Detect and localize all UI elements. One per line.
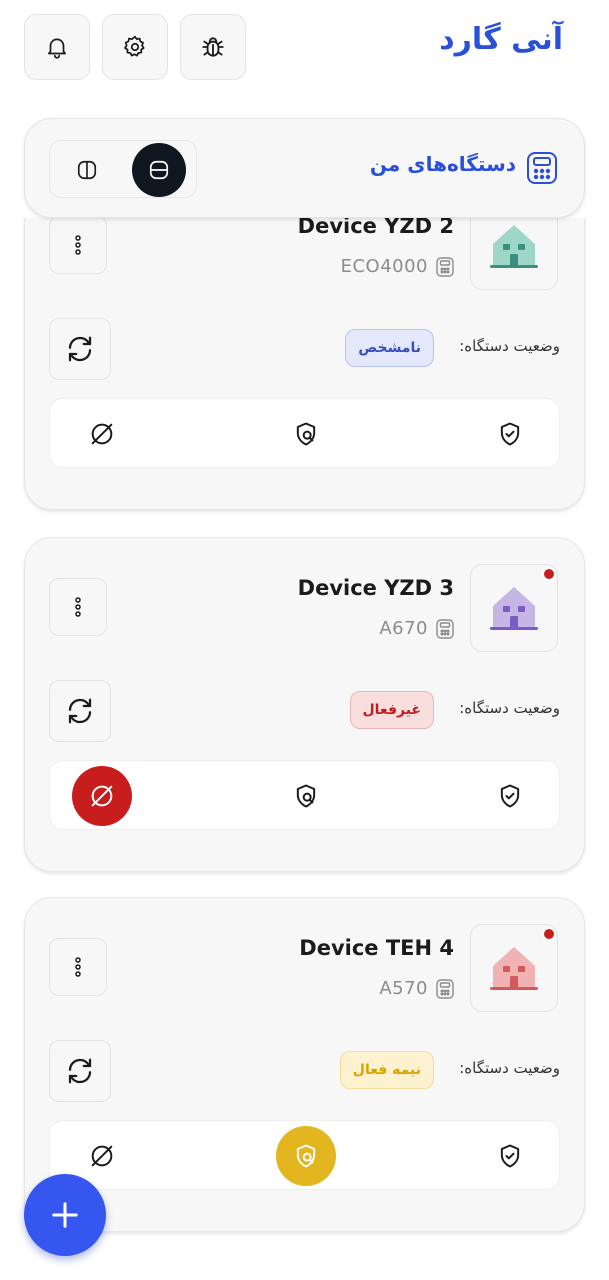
refresh-icon [68, 698, 92, 724]
top-bar: آنی گارد [24, 14, 563, 82]
sync-button[interactable] [49, 1040, 111, 1102]
house-icon [490, 587, 538, 630]
refresh-icon [68, 1058, 92, 1084]
status-badge: نامشخص [345, 329, 434, 367]
arm-button[interactable] [480, 761, 540, 831]
device-card: Device YZD 3 A670 وضعیت دستگاه: غیرفعال [24, 537, 585, 872]
bell-icon [48, 38, 66, 59]
disarm-icon [91, 423, 113, 445]
device-card: Device TEH 4 A570 وضعیت دستگاه: نیمه فعا… [24, 897, 585, 1232]
sync-button[interactable] [49, 318, 111, 380]
partial-arm-button[interactable] [276, 761, 336, 831]
partial-arm-button[interactable] [276, 1121, 336, 1191]
device-model-text: ECO4000 [340, 256, 428, 277]
house-icon [490, 947, 538, 990]
shield-check-icon [500, 1144, 520, 1168]
more-vertical-icon [75, 957, 81, 977]
add-device-button[interactable] [24, 1174, 106, 1256]
bug-icon [202, 37, 224, 57]
arm-button[interactable] [480, 1121, 540, 1191]
device-model-text: A670 [379, 618, 428, 639]
refresh-icon [68, 336, 92, 362]
more-vertical-icon [75, 235, 81, 255]
app-logo: آنی گارد [439, 22, 563, 57]
sync-button[interactable] [49, 680, 111, 742]
app-screen: آنی گارد دستگاه‌های من [0, 0, 609, 1280]
status-badge: نیمه فعال [339, 1051, 434, 1089]
plus-icon [52, 1202, 78, 1228]
status-label: وضعیت دستگاه: [459, 1059, 560, 1077]
columns-view-icon [77, 160, 97, 180]
disarm-icon [91, 1145, 113, 1167]
alert-dot [542, 567, 556, 581]
device-thumbnail [470, 218, 558, 290]
section-title: دستگاه‌های من [369, 152, 516, 176]
shield-check-icon [500, 422, 520, 446]
alert-dot [542, 927, 556, 941]
my-devices-header: دستگاه‌های من [24, 118, 585, 218]
shield-check-icon [500, 784, 520, 808]
more-options-button[interactable] [49, 218, 107, 274]
device-name: Device YZD 2 [297, 218, 454, 238]
debug-button[interactable] [180, 14, 246, 80]
shield-search-icon [296, 422, 316, 446]
device-actions [49, 1120, 560, 1190]
shield-search-icon [296, 784, 316, 808]
device-name: Device TEH 4 [299, 936, 454, 960]
disarm-button[interactable] [72, 399, 132, 469]
more-options-button[interactable] [49, 578, 107, 636]
view-toggle-columns[interactable] [60, 143, 114, 197]
more-options-button[interactable] [49, 938, 107, 996]
shield-search-icon [296, 1144, 316, 1168]
status-label: وضعیت دستگاه: [459, 699, 560, 717]
disarm-button[interactable] [72, 761, 132, 831]
device-model: A570 [379, 978, 454, 999]
device-actions [49, 760, 560, 830]
device-card: Device YZD 2 ECO4000 وضعیت دستگاه: نامشخ… [24, 218, 585, 510]
device-name: Device YZD 3 [297, 576, 454, 600]
house-icon [490, 225, 538, 268]
device-icon [527, 152, 557, 184]
status-badge: غیرفعال [349, 691, 434, 729]
device-small-icon [436, 256, 454, 277]
device-small-icon [436, 618, 454, 639]
device-list[interactable]: Device YZD 2 ECO4000 وضعیت دستگاه: نامشخ… [0, 218, 609, 1280]
device-actions [49, 398, 560, 468]
status-label: وضعیت دستگاه: [459, 337, 560, 355]
rows-view-icon [149, 160, 169, 180]
device-small-icon [436, 978, 454, 999]
device-model: ECO4000 [341, 256, 454, 277]
disarm-icon [91, 785, 113, 807]
gear-icon [124, 35, 145, 57]
settings-button[interactable] [102, 14, 168, 80]
more-vertical-icon [75, 597, 81, 617]
device-model-text: A570 [379, 978, 428, 999]
notifications-button[interactable] [24, 14, 90, 80]
view-toggle-rows[interactable] [132, 143, 186, 197]
device-model: A670 [379, 618, 454, 639]
arm-button[interactable] [480, 399, 540, 469]
partial-arm-button[interactable] [276, 399, 336, 469]
view-toggle [49, 140, 197, 198]
